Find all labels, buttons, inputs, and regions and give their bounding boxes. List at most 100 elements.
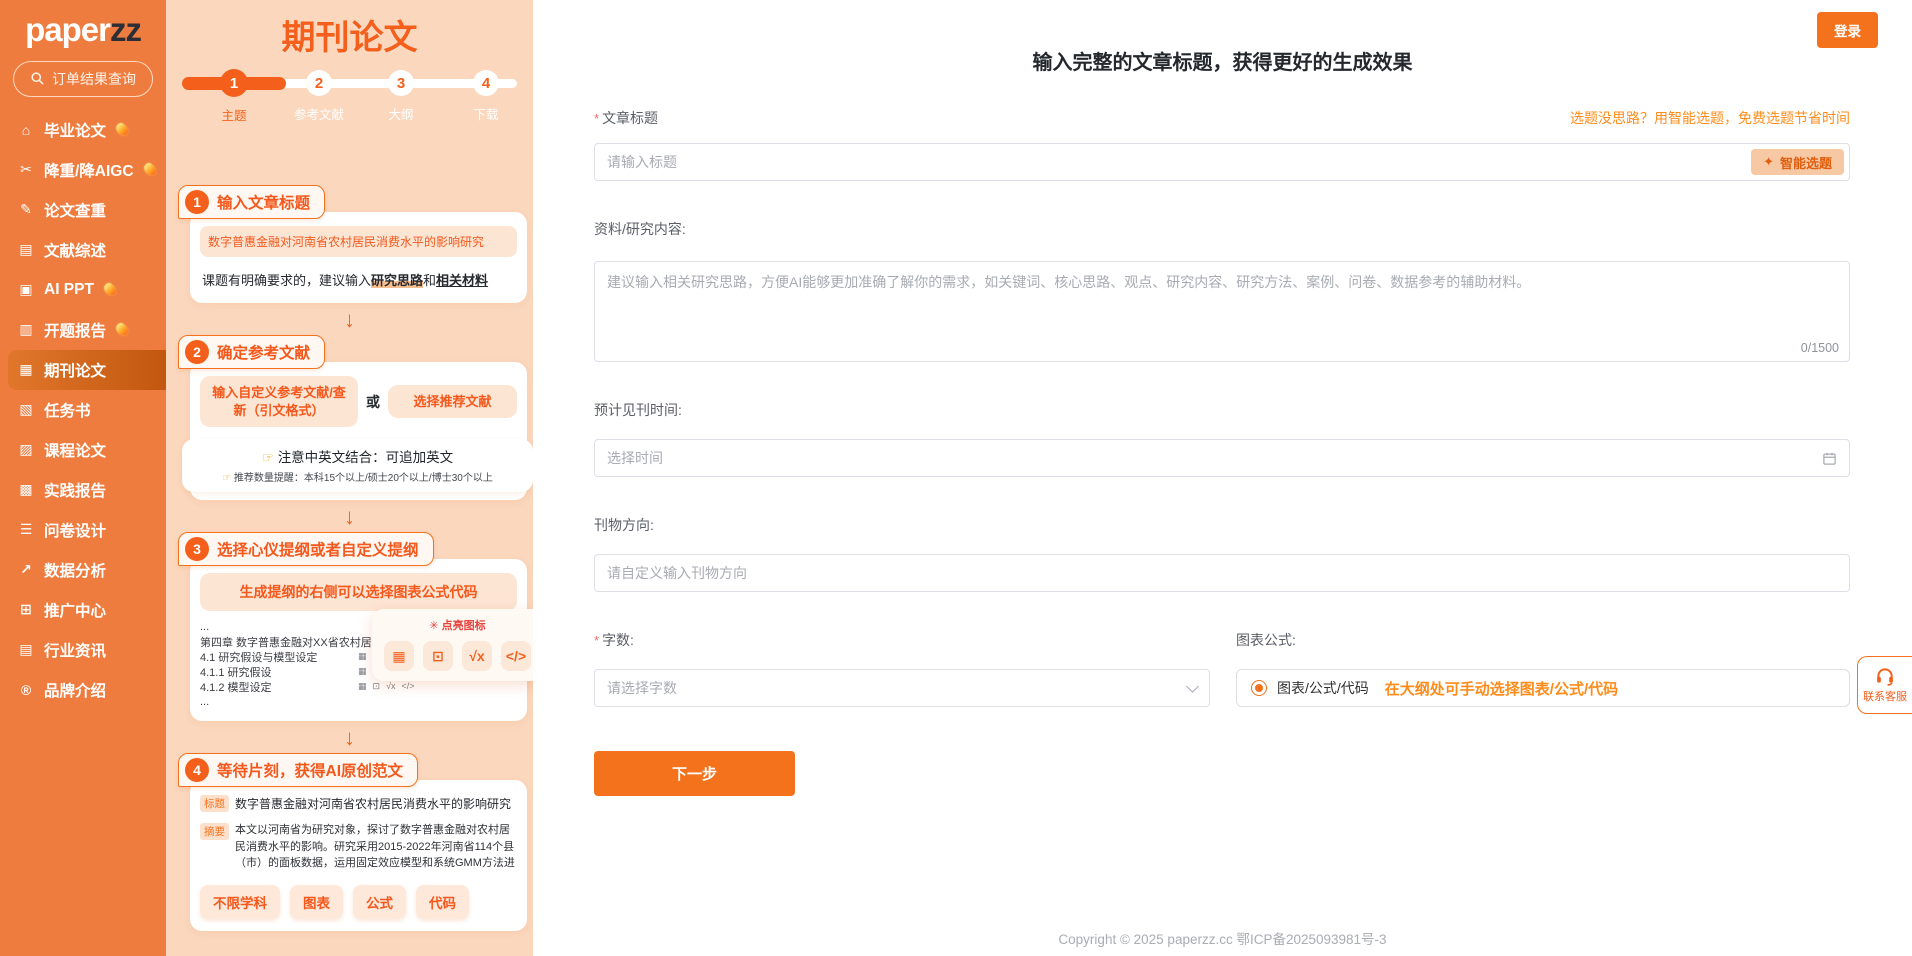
smart-topic-button[interactable]: ✦ 智能选题 — [1751, 149, 1844, 175]
words-select-placeholder: 请选择字数 — [607, 678, 677, 698]
sidebar-item-label: 论文查重 — [44, 199, 106, 221]
check-doc-icon: ✎ — [17, 201, 35, 218]
direction-input-box — [594, 554, 1850, 592]
sidebar-item-label: 降重/降AIGC — [44, 159, 134, 181]
step4-section: 4 等待片刻，获得AI原创范文 标题 数字普惠金融对河南省农村居民消费水平的影响… — [178, 753, 527, 931]
literature-icon: ▤ — [17, 241, 35, 258]
sidebar-menu: ⌂毕业论文✂降重/降AIGC ✎ 论文查重 ▤文献综述 ▣ AI PPT ▥ 开题报告 ▦期刊论… — [0, 110, 166, 710]
words-column: 字数: 请选择字数 — [594, 630, 1210, 707]
date-input[interactable] — [607, 450, 1822, 466]
direction-label: 刊物方向: — [594, 515, 1850, 535]
custom-reference-pill: 输入自定义参考文献/查新（引文格式） — [200, 376, 358, 427]
step-tab[interactable]: 1主题 — [194, 67, 274, 124]
sidebar-item[interactable]: ®品牌介绍 — [0, 670, 166, 710]
step-indicator: 1主题2参考文献3大纲4下载 — [180, 67, 519, 131]
login-button[interactable]: 登录 — [1817, 12, 1878, 48]
app-window: paperzz 订单结果查询 ⌂毕业论文✂降重/降AIGC✎论文查重▤文献综述▣… — [0, 0, 1912, 956]
sidebar-item[interactable]: ⌂毕业论文 — [0, 110, 166, 150]
sidebar-item[interactable]: ⊞推广中心 — [0, 590, 166, 630]
step-tab[interactable]: 3大纲 — [361, 67, 441, 123]
sidebar-item[interactable]: ✎ 论文查重 — [0, 190, 166, 230]
chart-column: 图表公式: 图表/公式/代码 在大纲处可手动选择图表/公式/代码 — [1236, 630, 1850, 707]
page-heading: 输入完整的文章标题，获得更好的生成效果 — [533, 46, 1912, 75]
practice-icon: ▩ — [17, 481, 35, 498]
task-icon: ▧ — [17, 401, 35, 418]
step-label: 参考文献 — [294, 104, 344, 123]
step2-card: 输入自定义参考文献/查新（引文格式） 或 选择推荐文献 ☞ 注意中英文结合：可追… — [190, 362, 527, 500]
content-textarea[interactable] — [595, 262, 1849, 340]
flame-icon — [114, 121, 130, 137]
step-tab[interactable]: 4下载 — [446, 67, 526, 123]
chart-radio[interactable] — [1251, 680, 1267, 696]
sidebar-item[interactable]: ▦期刊论文 — [8, 350, 166, 390]
sidebar-item[interactable]: ▨课程论文 — [0, 430, 166, 470]
sidebar-item[interactable]: ☰问卷设计 — [0, 510, 166, 550]
next-step-button[interactable]: 下一步 — [594, 751, 795, 796]
sidebar-item[interactable]: ✂降重/降AIGC — [0, 150, 166, 190]
headset-icon — [1875, 666, 1895, 686]
sample-title-row: 标题 数字普惠金融对河南省农村居民消费水平的影响研究 — [200, 794, 517, 812]
order-search-button[interactable]: 订单结果查询 — [13, 61, 153, 97]
words-label: 字数: — [594, 630, 1210, 650]
search-icon — [30, 71, 45, 86]
course-icon: ▨ — [17, 441, 35, 458]
outline-text: ... — [200, 621, 209, 633]
reference-note-1: ☞ 注意中英文结合：可追加英文 — [186, 446, 529, 466]
date-input-box — [594, 439, 1850, 477]
recommend-reference-pill: 选择推荐文献 — [388, 385, 517, 419]
calendar-icon[interactable] — [1822, 451, 1837, 466]
outline-icons: ▦⊡√x</> — [358, 681, 415, 692]
words-select[interactable]: 请选择字数 — [594, 669, 1210, 707]
sparkles-icon: ✦ — [1763, 154, 1774, 170]
sidebar-item[interactable]: ▤文献综述 — [0, 230, 166, 270]
sidebar-item-label: 行业资讯 — [44, 639, 106, 661]
customer-service-button[interactable]: 联系客服 — [1857, 656, 1912, 714]
sidebar-item-label: 开题报告 — [44, 319, 106, 341]
feature-tag: 图表 — [290, 885, 343, 919]
sidebar-item[interactable]: ▥ 开题报告 — [0, 310, 166, 350]
char-counter: 0/1500 — [1801, 341, 1839, 355]
sidebar-item-label: 数据分析 — [44, 559, 106, 581]
sample-title-text: 数字普惠金融对河南省农村居民消费水平的影响研究 — [235, 794, 511, 812]
sidebar-item-label: AI PPT — [44, 281, 94, 299]
icon-popup: ✳ 点亮图标 ▦⊡√x</> — [372, 609, 533, 681]
feature-tag: 不限学科 — [200, 885, 280, 919]
sidebar-item[interactable]: ▣ AI PPT — [0, 270, 166, 310]
sidebar-item-label: 任务书 — [44, 399, 91, 421]
journal-icon: ▦ — [17, 361, 35, 378]
outline-text: 4.1.2 模型设定 — [200, 679, 346, 695]
table-icon: ▦ — [358, 681, 367, 692]
chart-label: 图表公式: — [1236, 630, 1850, 650]
step2-title: 确定参考文献 — [217, 341, 310, 363]
arrow-down-icon: ↓ — [166, 727, 533, 749]
sidebar-item[interactable]: ↗数据分析 — [0, 550, 166, 590]
ppt-icon: ▣ — [17, 281, 35, 298]
promotion-icon: ⊞ — [17, 601, 35, 618]
abstract-tag: 摘要 — [200, 823, 229, 840]
step4-badge: 4 — [185, 758, 209, 782]
code-icon: </> — [402, 681, 415, 692]
sidebar-item-label: 问卷设计 — [44, 519, 106, 541]
sparkle-icon: ✳ — [429, 620, 438, 632]
sample-abstract-row: 摘要 本文以河南省为研究对象，探讨了数字普惠金融对农村居民消费水平的影响。研究采… — [200, 822, 517, 872]
customer-service-label: 联系客服 — [1863, 688, 1907, 704]
proposal-icon: ▥ — [17, 321, 35, 338]
popup-label: ✳ 点亮图标 — [384, 617, 531, 633]
sidebar-item[interactable]: ▤行业资讯 — [0, 630, 166, 670]
flame-icon — [114, 321, 130, 337]
popup-icons: ▦⊡√x</> — [384, 641, 531, 671]
step1-tip: 课题有明确要求的，建议输入研究思路和相关材料 — [202, 270, 515, 289]
words-chart-row: 字数: 请选择字数 图表公式: 图表/公式/代码 在大纲处可手动选择图表/公式/… — [594, 630, 1850, 707]
logo[interactable]: paperzz — [0, 10, 166, 50]
outline-row: 4.1.2 模型设定 ▦⊡√x</> — [200, 679, 517, 694]
smart-topic-hint[interactable]: 选题没思路？用智能选题，免费选题节省时间 — [1570, 108, 1850, 128]
title-input[interactable] — [607, 154, 1837, 170]
outline-text: 4.1 研究假设与模型设定 — [200, 649, 346, 665]
step2-section: 2 确定参考文献 输入自定义参考文献/查新（引文格式） 或 选择推荐文献 ☞ 注… — [178, 335, 527, 500]
step-tab[interactable]: 2参考文献 — [279, 67, 359, 123]
direction-input[interactable] — [607, 565, 1837, 581]
image-icon: ⊡ — [423, 641, 453, 671]
sidebar-item[interactable]: ▧ 任务书 — [0, 390, 166, 430]
sidebar-item[interactable]: ▩实践报告 — [0, 470, 166, 510]
date-label: 预计见刊时间: — [594, 400, 1850, 420]
